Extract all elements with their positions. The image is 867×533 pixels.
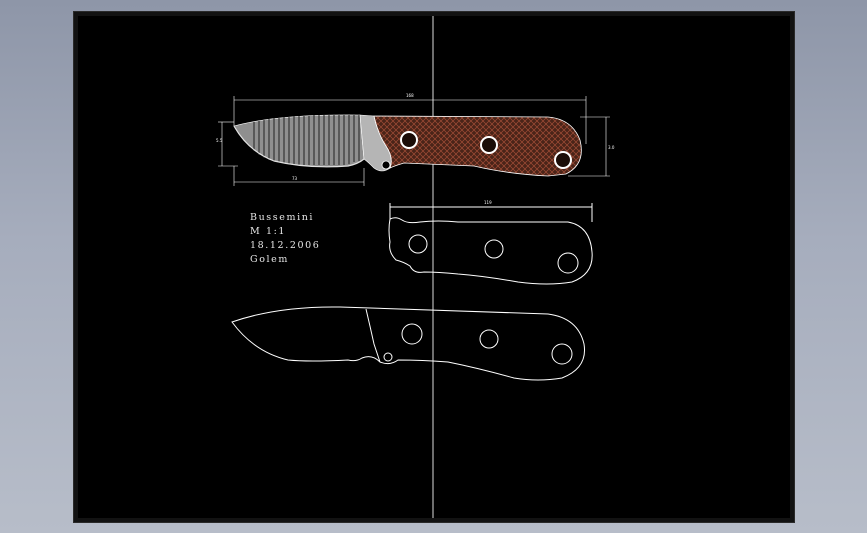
dim-handle-height: 3.0: [608, 145, 615, 150]
handle-scale-outline: [388, 203, 593, 285]
knife-top-view: [233, 114, 582, 177]
cad-viewport[interactable]: 168 73 5.5 3.0 119 Bussemini M 1:1 18.12…: [74, 12, 794, 522]
drawing-scale: M 1:1: [250, 226, 287, 237]
drawing-author: Golem: [250, 254, 289, 265]
dim-handle-length: 119: [484, 200, 492, 205]
outline-pin-2: [479, 329, 499, 349]
choil-circle: [381, 160, 391, 170]
dim-blade-length: 73: [292, 176, 298, 181]
ricasso-line: [365, 308, 381, 363]
cad-drawing-canvas: 168 73 5.5 3.0 119: [216, 16, 615, 518]
knife-outline-view: [231, 306, 586, 381]
outline-pin-1: [401, 323, 423, 345]
choil-circle-outline: [383, 352, 393, 362]
drawing-title: Bussemini: [250, 212, 315, 223]
dim-overall-length: 168: [406, 93, 414, 98]
handle-pin-1: [400, 131, 418, 149]
handle-pin-3: [554, 151, 572, 169]
outline-pin-3: [551, 343, 573, 365]
scale-hole-3: [557, 252, 579, 274]
dim-blade-height: 5.5: [216, 138, 223, 143]
scale-hole-2: [484, 239, 504, 259]
scale-hole-1: [408, 234, 428, 254]
drawing-date: 18.12.2006: [250, 240, 321, 251]
handle-pin-2: [480, 136, 498, 154]
